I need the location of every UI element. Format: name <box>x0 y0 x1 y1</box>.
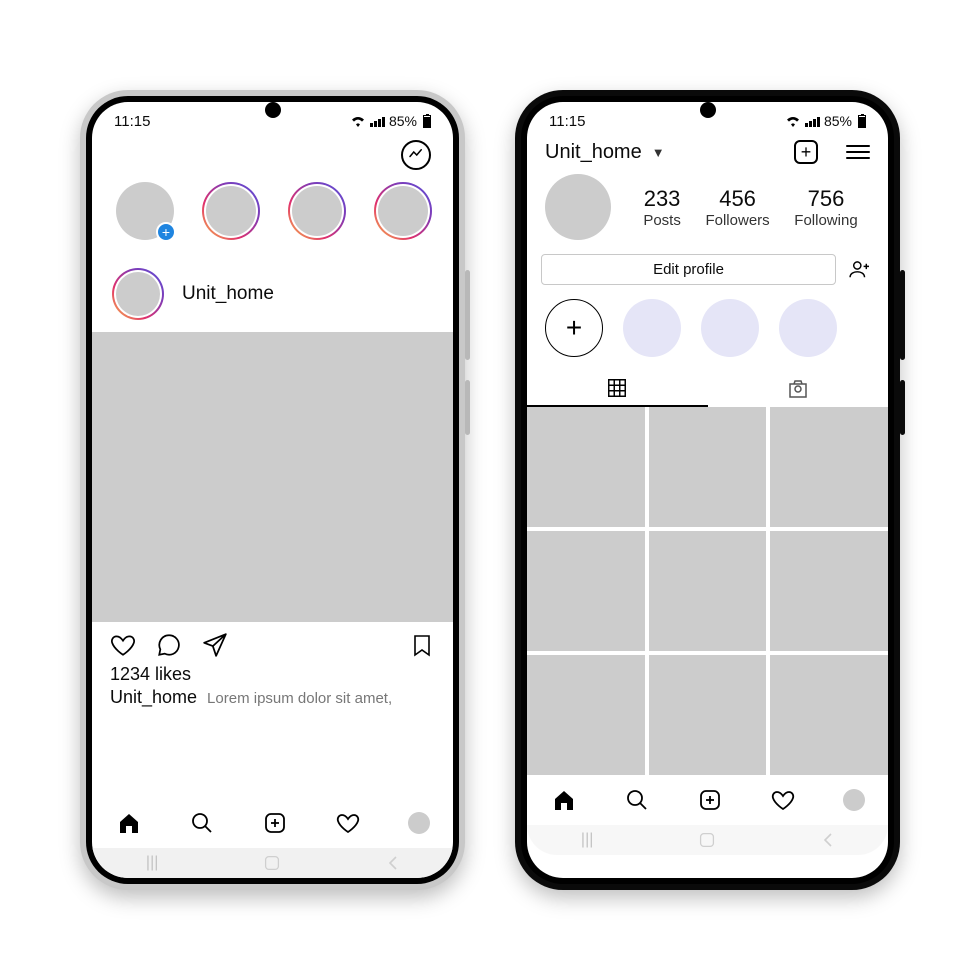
phone-feed-mockup: 11:15 85% + <box>80 90 465 890</box>
system-nav: ||| <box>92 848 453 878</box>
home-button[interactable] <box>252 855 292 871</box>
post-grid <box>527 407 888 775</box>
chevron-down-icon[interactable]: ▼ <box>652 145 665 160</box>
battery-percent: 85% <box>824 113 852 129</box>
story-item[interactable] <box>202 182 260 240</box>
grid-cell[interactable] <box>649 531 767 651</box>
grid-cell[interactable] <box>527 655 645 775</box>
power-button[interactable] <box>465 380 470 435</box>
profile-tab-avatar[interactable] <box>843 789 865 811</box>
stories-row: + <box>92 178 453 258</box>
stat-posts[interactable]: 233 Posts <box>643 186 681 229</box>
grid-cell[interactable] <box>527 407 645 527</box>
bottom-nav <box>92 798 453 848</box>
menu-icon[interactable] <box>846 145 870 159</box>
highlight-item[interactable] <box>623 299 681 357</box>
caption-username[interactable]: Unit_home <box>110 687 197 708</box>
post-actions <box>92 622 453 664</box>
activity-icon[interactable] <box>335 810 361 836</box>
comment-icon[interactable] <box>156 632 182 658</box>
post-image[interactable] <box>92 332 453 622</box>
bottom-nav <box>527 775 888 825</box>
like-icon[interactable] <box>110 632 136 658</box>
followers-label: Followers <box>705 212 769 229</box>
profile-header: Unit_home ▼ + <box>527 136 888 174</box>
home-button[interactable] <box>687 832 727 848</box>
power-button[interactable] <box>900 380 905 435</box>
add-highlight[interactable]: + <box>545 299 603 357</box>
your-story[interactable]: + <box>116 182 174 240</box>
caption-text: Lorem ipsum dolor sit amet, <box>207 690 392 707</box>
back-button[interactable] <box>808 833 848 847</box>
following-count: 756 <box>794 186 857 212</box>
profile-tabs <box>527 371 888 407</box>
posts-count: 233 <box>643 186 681 212</box>
recents-button[interactable]: ||| <box>132 854 172 872</box>
grid-cell[interactable] <box>649 407 767 527</box>
edit-profile-button[interactable]: Edit profile <box>541 254 836 285</box>
phone-profile-mockup: 11:15 85% Unit_home ▼ + <box>515 90 900 890</box>
status-time: 11:15 <box>549 113 585 130</box>
stat-followers[interactable]: 456 Followers <box>705 186 769 229</box>
grid-cell[interactable] <box>649 655 767 775</box>
create-post-icon[interactable]: + <box>794 140 818 164</box>
battery-icon <box>423 115 431 128</box>
post-username[interactable]: Unit_home <box>182 283 274 305</box>
grid-cell[interactable] <box>770 655 888 775</box>
signal-icon <box>805 115 820 127</box>
add-story-icon[interactable]: + <box>156 222 176 242</box>
home-icon[interactable] <box>116 810 142 836</box>
bookmark-icon[interactable] <box>409 632 435 658</box>
story-item[interactable] <box>288 182 346 240</box>
search-icon[interactable] <box>624 787 650 813</box>
create-icon[interactable] <box>262 810 288 836</box>
grid-cell[interactable] <box>527 531 645 651</box>
wifi-icon <box>785 115 801 127</box>
create-icon[interactable] <box>697 787 723 813</box>
profile-avatar[interactable] <box>545 174 611 240</box>
battery-percent: 85% <box>389 113 417 129</box>
post-avatar[interactable] <box>112 268 164 320</box>
posts-label: Posts <box>643 212 681 229</box>
story-item[interactable] <box>374 182 432 240</box>
battery-icon <box>858 115 866 128</box>
grid-tab[interactable] <box>527 371 708 407</box>
search-icon[interactable] <box>189 810 215 836</box>
grid-cell[interactable] <box>770 531 888 651</box>
profile-stats: 233 Posts 456 Followers 756 Following <box>527 174 888 254</box>
following-label: Following <box>794 212 857 229</box>
back-button[interactable] <box>373 856 413 870</box>
activity-icon[interactable] <box>770 787 796 813</box>
share-icon[interactable] <box>202 632 228 658</box>
likes-count[interactable]: 1234 likes <box>92 664 453 685</box>
post-caption: Unit_home Lorem ipsum dolor sit amet, <box>92 685 453 716</box>
status-time: 11:15 <box>114 113 150 130</box>
highlights-row: + <box>527 299 888 371</box>
home-icon[interactable] <box>551 787 577 813</box>
stat-following[interactable]: 756 Following <box>794 186 857 229</box>
recents-button[interactable]: ||| <box>567 831 607 849</box>
tagged-tab[interactable] <box>708 371 889 407</box>
highlight-item[interactable] <box>701 299 759 357</box>
discover-people-icon[interactable] <box>846 259 874 281</box>
profile-username[interactable]: Unit_home <box>545 141 642 164</box>
followers-count: 456 <box>705 186 769 212</box>
signal-icon <box>370 115 385 127</box>
front-camera <box>265 102 281 118</box>
grid-cell[interactable] <box>770 407 888 527</box>
volume-button[interactable] <box>900 270 905 360</box>
highlight-item[interactable] <box>779 299 837 357</box>
messenger-icon[interactable] <box>401 140 431 170</box>
system-nav: ||| <box>527 825 888 855</box>
wifi-icon <box>350 115 366 127</box>
profile-tab-avatar[interactable] <box>408 812 430 834</box>
volume-button[interactable] <box>465 270 470 360</box>
post-header[interactable]: Unit_home <box>92 258 453 332</box>
front-camera <box>700 102 716 118</box>
